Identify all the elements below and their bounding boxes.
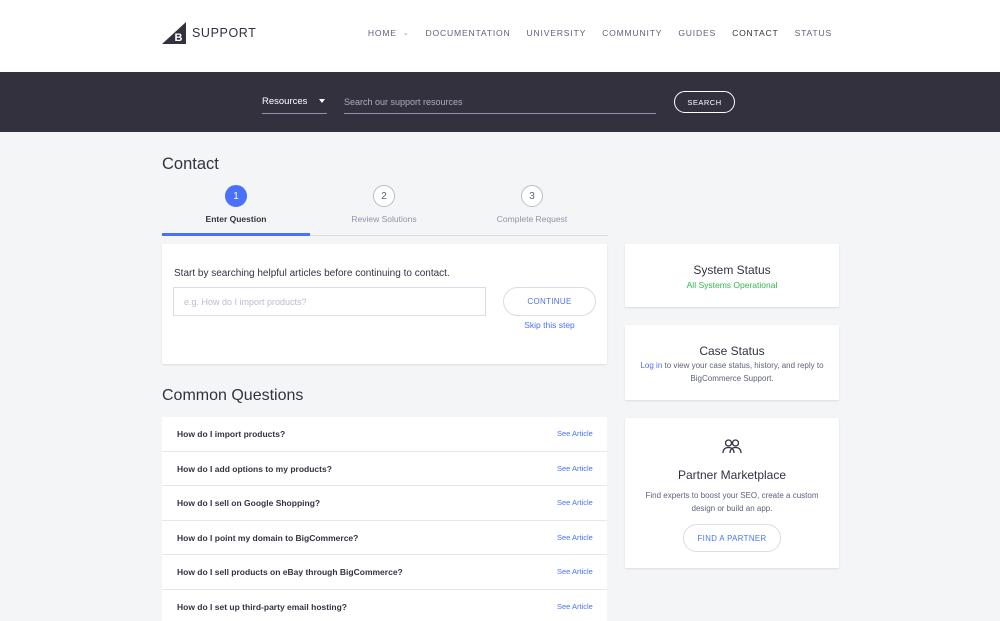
nav-item-community[interactable]: COMMUNITY (602, 28, 662, 38)
nav-item-home[interactable]: HOME ⌄ (368, 28, 410, 38)
question-card: Start by searching helpful articles befo… (162, 244, 607, 364)
login-link[interactable]: Log in (640, 361, 662, 370)
resources-select-value: Resources (262, 96, 308, 107)
list-item[interactable]: How do I sell products on eBay through B… (162, 555, 607, 590)
see-article-link[interactable]: See Article (557, 567, 593, 576)
question-text[interactable]: How do I add options to my products? (177, 464, 332, 474)
case-status-card: Case Status Log in to view your case sta… (625, 325, 839, 400)
step-complete-request[interactable]: 3 Complete Request (458, 184, 606, 224)
step-enter-question[interactable]: 1 Enter Question (162, 184, 310, 224)
search-input[interactable] (344, 96, 656, 114)
case-status-text: to view your case status, history, and r… (662, 361, 824, 383)
bigcommerce-logo-icon: B (162, 22, 186, 44)
step-number: 3 (521, 185, 543, 207)
page-title: Contact (162, 155, 219, 173)
skip-step-link[interactable]: Skip this step (503, 320, 596, 330)
step-indicator: 1 Enter Question 2 Review Solutions 3 Co… (162, 184, 608, 236)
find-partner-button[interactable]: FIND A PARTNER (683, 524, 781, 552)
logo[interactable]: B SUPPORT (162, 22, 256, 44)
search-band: Resources (0, 72, 1000, 132)
nav-label: UNIVERSITY (526, 28, 587, 38)
nav-label: HOME (367, 28, 397, 38)
question-text[interactable]: How do I set up third-party email hostin… (177, 602, 347, 612)
see-article-link[interactable]: See Article (557, 498, 593, 507)
partner-marketplace-card: Partner Marketplace Find experts to boos… (625, 418, 839, 568)
nav-item-documentation[interactable]: DOCUMENTATION (425, 28, 510, 38)
system-status-title: System Status (693, 263, 771, 277)
system-status-text[interactable]: All Systems Operational (625, 280, 839, 290)
question-text[interactable]: How do I sell on Google Shopping? (177, 498, 320, 508)
step-label: Review Solutions (351, 214, 417, 224)
question-prompt: Start by searching helpful articles befo… (174, 268, 450, 279)
question-text[interactable]: How do I point my domain to BigCommerce? (177, 533, 358, 543)
nav-label: STATUS (794, 28, 832, 38)
nav-item-university[interactable]: UNIVERSITY (527, 28, 587, 38)
partner-description: Find experts to boost your SEO, create a… (645, 491, 819, 513)
active-step-underline (162, 233, 310, 236)
nav-item-contact[interactable]: CONTACT (732, 28, 779, 38)
case-status-description: Log in to view your case status, history… (637, 360, 827, 385)
top-header: B SUPPORT HOME ⌄ DOCUMENTATION UNIVERSIT… (0, 0, 1000, 72)
svg-text:B: B (175, 32, 183, 44)
see-article-link[interactable]: See Article (557, 464, 593, 473)
caret-down-icon (319, 99, 325, 103)
main-nav: HOME ⌄ DOCUMENTATION UNIVERSITY COMMUNIT… (352, 28, 832, 38)
step-label: Enter Question (205, 214, 267, 224)
list-item[interactable]: How do I set up third-party email hostin… (162, 589, 607, 621)
brand-name: SUPPORT (192, 26, 257, 40)
people-icon (722, 439, 742, 454)
see-article-link[interactable]: See Article (557, 533, 593, 542)
list-item[interactable]: How do I add options to my products? See… (162, 451, 607, 486)
search-button[interactable]: SEARCH (674, 91, 735, 113)
step-review-solutions[interactable]: 2 Review Solutions (310, 184, 458, 224)
nav-label: CONTACT (732, 28, 779, 38)
step-label: Complete Request (496, 214, 568, 224)
continue-button[interactable]: CONTINUE (503, 287, 596, 316)
list-item[interactable]: How do I sell on Google Shopping? See Ar… (162, 486, 607, 521)
see-article-link[interactable]: See Article (557, 429, 593, 438)
chevron-down-icon: ⌄ (402, 30, 410, 37)
nav-label: GUIDES (678, 28, 717, 38)
nav-label: COMMUNITY (602, 28, 663, 38)
question-text[interactable]: How do I sell products on eBay through B… (177, 567, 403, 577)
common-questions-title: Common Questions (162, 387, 304, 404)
question-input[interactable] (173, 287, 486, 316)
partner-title: Partner Marketplace (677, 468, 787, 482)
nav-item-status[interactable]: STATUS (795, 28, 832, 38)
step-number: 1 (225, 185, 247, 207)
step-number: 2 (373, 185, 395, 207)
resources-select[interactable]: Resources (262, 96, 327, 114)
see-article-link[interactable]: See Article (557, 602, 593, 611)
question-text[interactable]: How do I import products? (177, 429, 285, 439)
nav-label: DOCUMENTATION (425, 28, 511, 38)
system-status-card: System Status All Systems Operational (625, 244, 839, 307)
case-status-title: Case Status (699, 344, 765, 358)
common-questions-list: How do I import products? See Article Ho… (162, 417, 607, 621)
list-item[interactable]: How do I import products? See Article (162, 417, 607, 452)
list-item[interactable]: How do I point my domain to BigCommerce?… (162, 520, 607, 555)
nav-item-guides[interactable]: GUIDES (678, 28, 716, 38)
